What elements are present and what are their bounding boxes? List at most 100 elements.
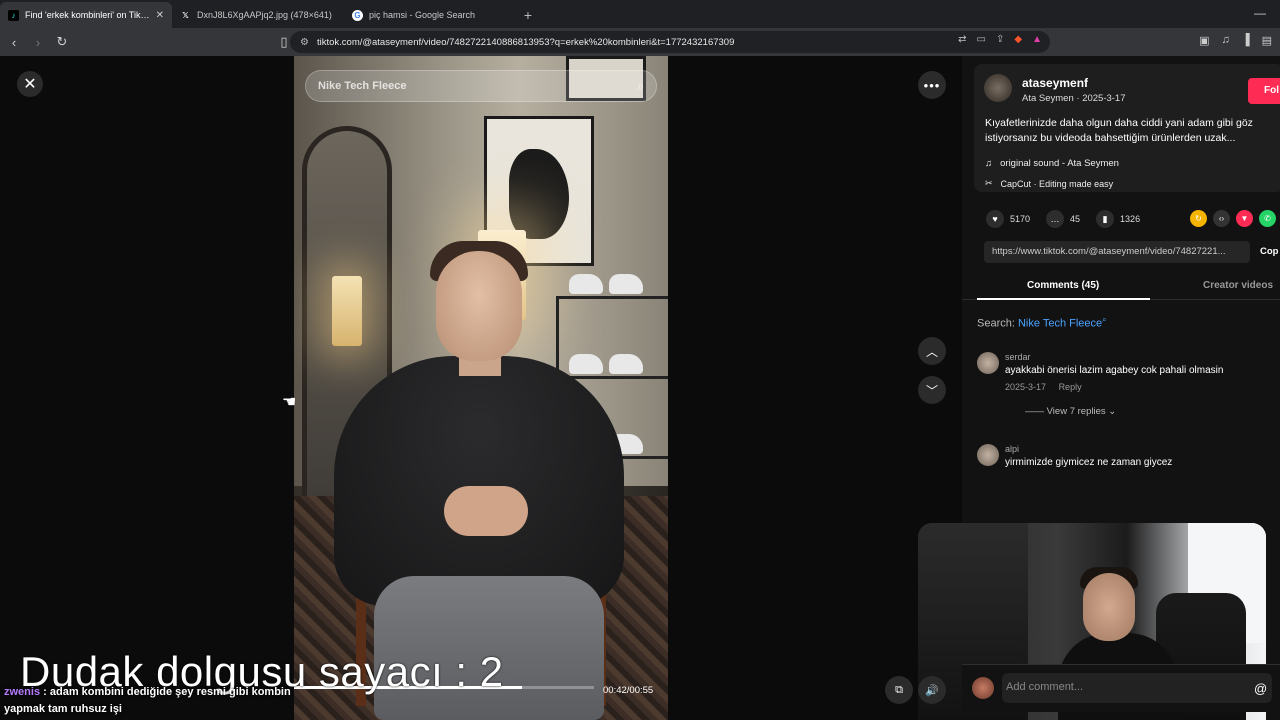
stream-chat-message: zwenis : adam kombini dediğide şey resmi… bbox=[4, 684, 314, 718]
cast-icon[interactable]: ▭ bbox=[977, 34, 986, 45]
save-count: 1326 bbox=[1120, 214, 1141, 224]
browser-toolbar: ‹ › ↻ ▯ ⚙ tiktok.com/@ataseymenf/video/7… bbox=[0, 28, 1280, 56]
related-search-prefix: Search: bbox=[977, 317, 1015, 330]
tab-x-image[interactable]: 𝕏 DxnJ8L6XgAAPjq2.jpg (478×641) bbox=[172, 2, 344, 28]
tiktok-icon: ♪ bbox=[8, 9, 19, 21]
bookmark-icon: ▮ bbox=[1096, 210, 1115, 228]
video-search-text: Nike Tech Fleece bbox=[318, 80, 407, 92]
tab-comments[interactable]: Comments (45) bbox=[1027, 280, 1099, 291]
chevron-down-icon: ⌄ bbox=[1105, 406, 1117, 417]
search-icon: ⌕ bbox=[1102, 315, 1107, 324]
x-icon: 𝕏 bbox=[182, 10, 189, 20]
google-icon: G bbox=[352, 9, 363, 21]
forward-icon[interactable]: › bbox=[28, 32, 48, 52]
site-info-icon[interactable]: ⚙ bbox=[300, 37, 309, 48]
search-icon[interactable]: ⌕ bbox=[637, 79, 644, 94]
comment-date: 2025-3-17 bbox=[1005, 382, 1047, 392]
extensions-icon[interactable]: ▣ bbox=[1199, 34, 1209, 47]
chat-text: : adam kombini dediğide şey resmi gibi k… bbox=[4, 686, 291, 715]
divider: —— bbox=[1025, 406, 1047, 417]
avatar[interactable] bbox=[977, 444, 999, 466]
related-search-term[interactable]: Nike Tech Fleece bbox=[1018, 318, 1102, 330]
close-tab-icon[interactable]: ✕ bbox=[156, 10, 164, 21]
copy-link-button[interactable]: Cop bbox=[1260, 246, 1278, 257]
comment-text: yirmimizde giymicez ne zaman giycez bbox=[1005, 457, 1173, 468]
tab-title: Find 'erkek kombinleri' on TikTok bbox=[25, 10, 150, 20]
tab-title: piç hamsi - Google Search bbox=[369, 10, 476, 20]
capcut-link[interactable]: ✂ CapCut · Editing made easy bbox=[985, 178, 1113, 189]
music-note-icon: ♫ bbox=[985, 158, 993, 169]
tab-title: DxnJ8L6XgAAPjq2.jpg (478×641) bbox=[197, 10, 332, 20]
wallet-icon[interactable]: ▤ bbox=[1262, 34, 1272, 47]
embed-icon[interactable]: ‹› bbox=[1213, 210, 1230, 227]
post-info-card: ataseymenf Ata Seymen · 2025-3-17 Fol Kı… bbox=[974, 64, 1280, 192]
tab-google[interactable]: G piç hamsi - Google Search bbox=[344, 2, 516, 28]
video-person bbox=[436, 251, 522, 361]
mouse-cursor-icon: ☚ bbox=[282, 394, 297, 411]
tab-tiktok[interactable]: ♪ Find 'erkek kombinleri' on TikTok ✕ bbox=[0, 2, 172, 28]
tiktok-page: ✕ Nike Tech Fleece ⌕ ••• ︿ ﹀ ☚ ataseymen… bbox=[0, 56, 1280, 720]
author-username[interactable]: ataseymenf bbox=[1022, 76, 1088, 90]
like-count: 5170 bbox=[1010, 214, 1031, 224]
send-icon[interactable]: ▼ bbox=[1236, 210, 1253, 227]
video-lamp bbox=[332, 276, 362, 346]
rewards-icon[interactable]: ▲ bbox=[1032, 34, 1042, 45]
tab-creator-videos[interactable]: Creator videos bbox=[1203, 280, 1273, 291]
video-time: 00:42/00:55 bbox=[603, 685, 654, 696]
translate-icon[interactable]: ⇄ bbox=[958, 34, 966, 45]
video-link-field[interactable]: https://www.tiktok.com/@ataseymenf/video… bbox=[984, 241, 1250, 263]
address-bar-icons: ⇄ ▭ ⇪ ◆ ▲ bbox=[958, 34, 1042, 45]
reply-button[interactable]: Reply bbox=[1059, 382, 1082, 392]
comment-username[interactable]: alpi bbox=[1005, 444, 1019, 454]
url-text: tiktok.com/@ataseymenf/video/74827221408… bbox=[316, 36, 735, 48]
capcut-icon: ✂ bbox=[985, 178, 993, 188]
minimize-icon[interactable]: — bbox=[1254, 6, 1266, 20]
media-icon[interactable]: ♫ bbox=[1222, 34, 1230, 47]
comment-username[interactable]: serdar bbox=[1005, 352, 1031, 362]
more-options-button[interactable]: ••• bbox=[918, 71, 946, 99]
video-player[interactable] bbox=[294, 56, 668, 720]
share-icons: ↻ ‹› ▼ ✆ bbox=[1190, 210, 1276, 227]
volume-button[interactable]: 🔊 bbox=[918, 676, 946, 704]
view-replies-button[interactable]: —— View 7 replies ⌄ bbox=[1025, 406, 1116, 417]
sidebar-icon[interactable]: ▐ bbox=[1242, 34, 1250, 47]
panel-tabs: Comments (45) Creator videos bbox=[962, 272, 1280, 300]
follow-button[interactable]: Fol bbox=[1248, 78, 1280, 104]
add-comment-input[interactable]: Add comment... bbox=[1002, 673, 1272, 703]
avatar[interactable] bbox=[977, 352, 999, 374]
post-description: Kıyafetlerinizde daha olgun daha ciddi y… bbox=[985, 117, 1253, 144]
chat-username: zwenis bbox=[4, 686, 41, 698]
new-tab-button[interactable]: + bbox=[516, 2, 540, 28]
mention-icon[interactable]: @ bbox=[1254, 681, 1267, 696]
close-video-button[interactable]: ✕ bbox=[17, 71, 43, 97]
repost-icon[interactable]: ↻ bbox=[1190, 210, 1207, 227]
sound-link[interactable]: ♫ original sound - Ata Seymen bbox=[985, 158, 1119, 169]
heart-icon: ♥ bbox=[986, 210, 1004, 228]
capcut-label: CapCut · Editing made easy bbox=[1000, 178, 1114, 189]
back-icon[interactable]: ‹ bbox=[4, 32, 24, 52]
comment-count: 45 bbox=[1070, 214, 1081, 224]
address-bar[interactable]: ⚙ tiktok.com/@ataseymenf/video/748272214… bbox=[290, 31, 1050, 53]
author-subline: Ata Seymen · 2025-3-17 bbox=[1022, 93, 1126, 104]
like-button[interactable]: ♥ 5170 bbox=[986, 210, 1030, 228]
save-button[interactable]: ▮ 1326 bbox=[1096, 210, 1140, 228]
next-video-button[interactable]: ﹀ bbox=[918, 376, 946, 404]
related-search[interactable]: Search: Nike Tech Fleece⌕ bbox=[977, 315, 1107, 330]
comment-button[interactable]: … 45 bbox=[1046, 210, 1080, 228]
comment-text: ayakkabi önerisi lazim agabey cok pahali… bbox=[1005, 365, 1224, 376]
active-tab-indicator bbox=[977, 298, 1150, 300]
whatsapp-icon[interactable]: ✆ bbox=[1259, 210, 1276, 227]
video-person bbox=[444, 486, 528, 536]
video-search-input[interactable]: Nike Tech Fleece ⌕ bbox=[305, 70, 657, 102]
avatar[interactable] bbox=[984, 74, 1012, 102]
webcam-person bbox=[1083, 573, 1135, 641]
reload-icon[interactable]: ↻ bbox=[52, 32, 72, 52]
comment-meta: 2025-3-17 Reply bbox=[1005, 382, 1082, 392]
previous-video-button[interactable]: ︿ bbox=[918, 337, 946, 365]
add-comment-bar: Add comment... @ bbox=[962, 664, 1280, 712]
brave-shield-icon[interactable]: ◆ bbox=[1014, 34, 1022, 45]
browser-tab-bar: ♪ Find 'erkek kombinleri' on TikTok ✕ 𝕏 … bbox=[0, 0, 1280, 28]
share-icon[interactable]: ⇪ bbox=[996, 34, 1004, 45]
picture-in-picture-button[interactable]: ⧉ bbox=[885, 676, 913, 704]
comment-icon: … bbox=[1046, 210, 1065, 228]
